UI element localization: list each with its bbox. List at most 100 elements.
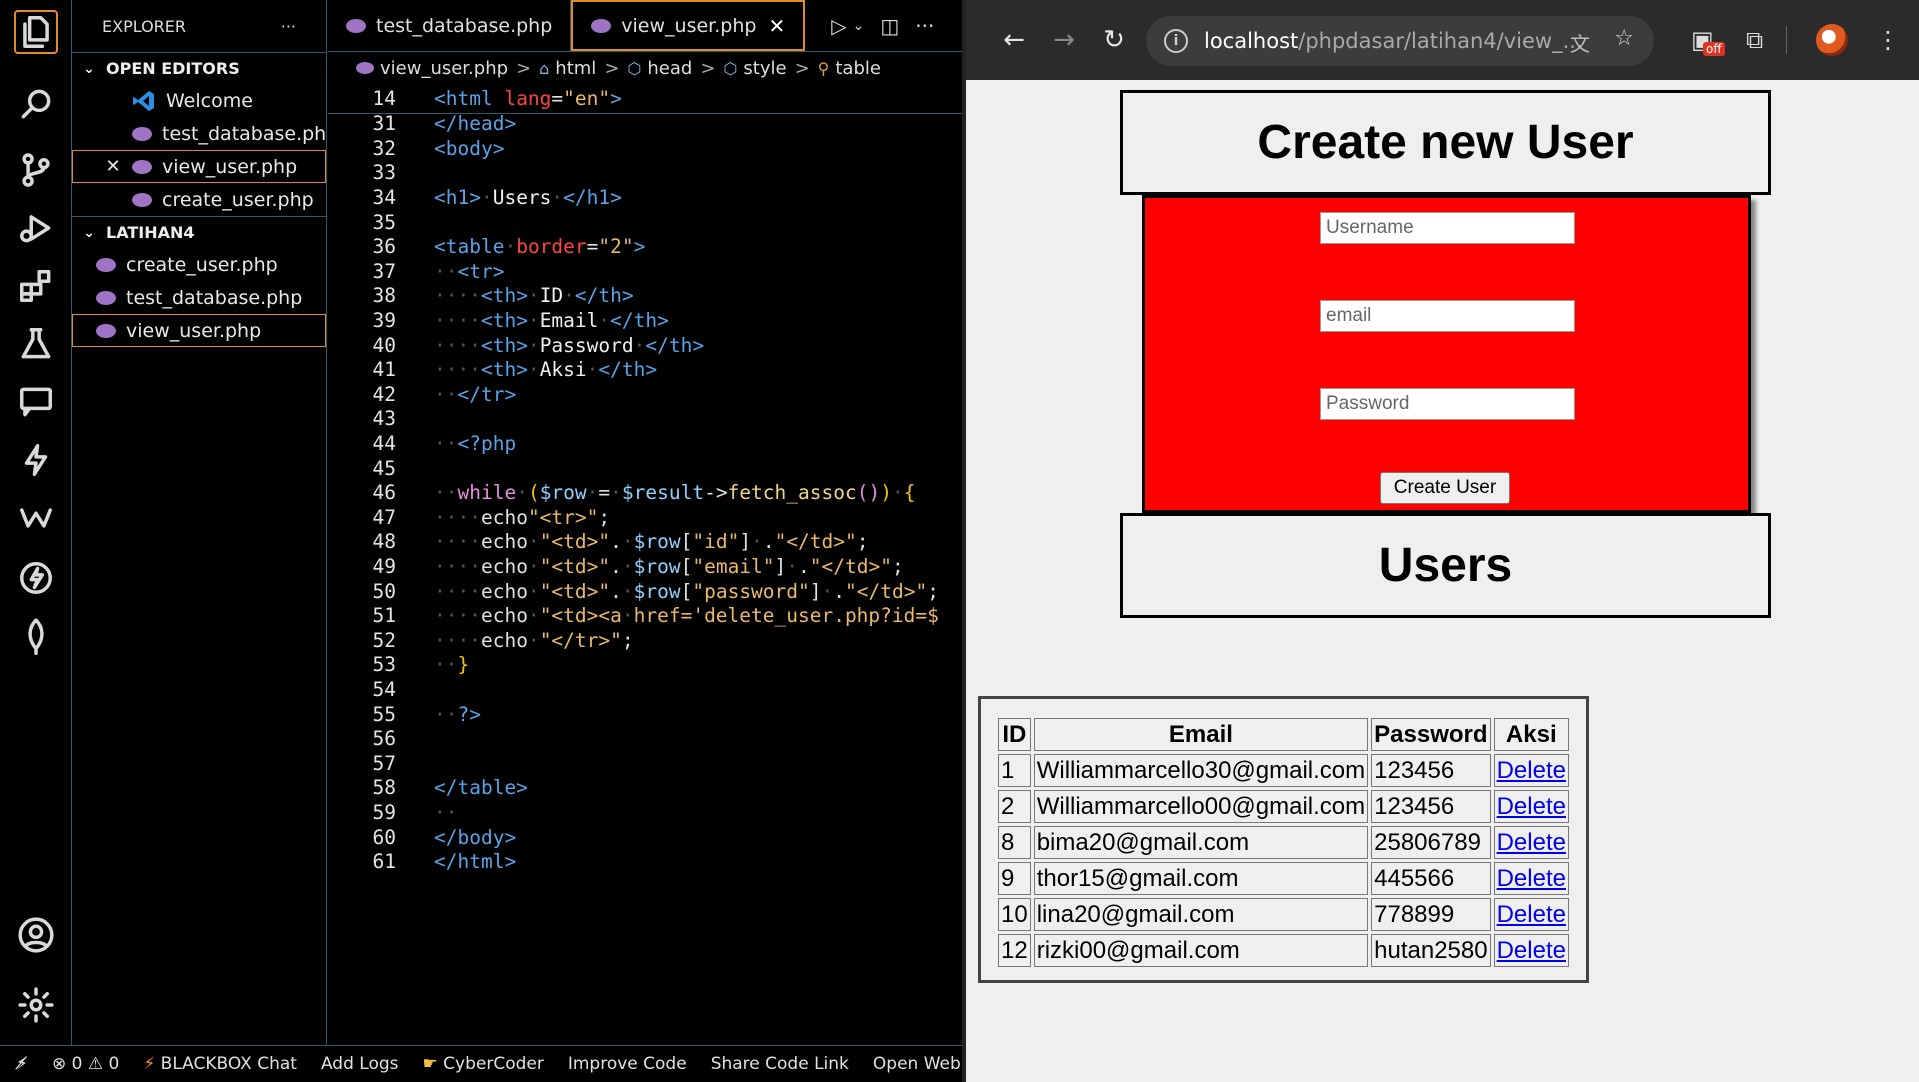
search-icon[interactable] bbox=[14, 82, 58, 126]
line-number: 49 bbox=[372, 554, 396, 578]
file-test-database[interactable]: test_database.php bbox=[72, 281, 326, 314]
more-actions-icon[interactable]: ··· bbox=[915, 14, 934, 38]
delete-link[interactable]: Delete bbox=[1497, 865, 1566, 892]
cybercoder-item[interactable]: ☛ CyberCoder bbox=[423, 1054, 544, 1074]
run-icon[interactable]: ▷ bbox=[831, 14, 846, 38]
open-editor-create-user[interactable]: create_user.php bbox=[72, 183, 326, 216]
delete-link[interactable]: Delete bbox=[1497, 901, 1566, 928]
extension-off-icon[interactable]: ▣ off bbox=[1691, 26, 1725, 56]
line-number: 36 bbox=[372, 235, 396, 259]
breadcrumb-table[interactable]: table bbox=[835, 58, 881, 79]
improve-code-item[interactable]: Improve Code bbox=[568, 1054, 687, 1074]
username-input[interactable] bbox=[1320, 212, 1575, 244]
code-editor[interactable]: 14 <html lang="en"> 31 </head> 32 <body> 33 34 <… bbox=[328, 84, 962, 1045]
folder-latihan4-header[interactable]: ⌄ LATIHAN4 bbox=[72, 216, 326, 248]
table-header-row: ID Email Password Aksi bbox=[998, 718, 1569, 751]
open-editors-header[interactable]: ⌄ OPEN EDITORS bbox=[72, 52, 326, 84]
breadcrumb-head[interactable]: head bbox=[647, 58, 692, 79]
open-editor-welcome[interactable]: Welcome bbox=[72, 84, 326, 117]
cell-aksi: Delete bbox=[1493, 754, 1569, 787]
more-actions-button[interactable]: ··· bbox=[281, 17, 296, 36]
cell-email: Williammarcello30@gmail.com bbox=[1033, 754, 1369, 787]
file-view-user[interactable]: view_user.php bbox=[72, 314, 326, 347]
line-number: 59 bbox=[372, 800, 396, 824]
line-number: 37 bbox=[372, 259, 396, 283]
chevron-down-icon: ⌄ bbox=[83, 224, 95, 241]
site-info-icon[interactable]: i bbox=[1164, 29, 1188, 53]
problems-indicator[interactable]: ⊗ 0 ⚠ 0 bbox=[52, 1054, 119, 1074]
share-code-link-item[interactable]: Share Code Link bbox=[711, 1054, 849, 1074]
extensions-puzzle-icon[interactable]: ⧉ bbox=[1746, 26, 1763, 54]
back-arrow-icon[interactable]: ← bbox=[994, 20, 1034, 60]
cell-email: Williammarcello00@gmail.com bbox=[1033, 790, 1369, 823]
delete-link[interactable]: Delete bbox=[1497, 829, 1566, 856]
translate-icon[interactable]: 文 bbox=[1570, 28, 1590, 57]
cell-aksi: Delete bbox=[1493, 898, 1569, 931]
line-number: 40 bbox=[372, 333, 396, 357]
address-bar[interactable]: i localhost/phpdasar/latihan4/view_... 文… bbox=[1146, 16, 1654, 66]
close-tab-icon[interactable]: ✕ bbox=[768, 14, 785, 38]
split-editor-icon[interactable]: ◫ bbox=[880, 14, 899, 38]
bookmark-star-icon[interactable]: ☆ bbox=[1614, 26, 1634, 51]
cell-password: 123456 bbox=[1371, 754, 1491, 787]
line-number: 57 bbox=[372, 751, 396, 775]
code-text: ··<?php bbox=[434, 431, 517, 455]
breadcrumb-html[interactable]: html bbox=[555, 58, 596, 79]
users-table: ID Email Password Aksi 1 Williammarcello3… bbox=[978, 696, 1589, 983]
code-line[interactable]: 61 </html> bbox=[328, 847, 962, 877]
tab-test-database[interactable]: test_database.php bbox=[328, 0, 572, 51]
testing-icon[interactable] bbox=[14, 322, 58, 366]
open-editor-label: create_user.php bbox=[162, 188, 314, 211]
create-user-button[interactable]: Create User bbox=[1380, 472, 1510, 504]
breadcrumb-file[interactable]: view_user.php bbox=[380, 58, 508, 79]
open-web-item[interactable]: Open Web bbox=[873, 1054, 961, 1074]
chat-icon[interactable] bbox=[14, 380, 58, 424]
code-text: </body> bbox=[434, 825, 517, 849]
code-text: <html lang="en"> bbox=[434, 87, 622, 110]
code-text: </table> bbox=[434, 776, 528, 800]
activity-bar bbox=[0, 0, 72, 1045]
explorer-sidebar: EXPLORER ··· ⌄ OPEN EDITORS Welcome test… bbox=[72, 0, 327, 1045]
extensions-icon[interactable] bbox=[14, 264, 58, 308]
run-debug-icon[interactable] bbox=[14, 206, 58, 250]
code-text: ··while·($row·=·$result->fetch_assoc())·… bbox=[434, 481, 916, 505]
line-number: 42 bbox=[372, 382, 396, 406]
delete-link[interactable]: Delete bbox=[1497, 937, 1566, 964]
bolt-icon: ⚡ bbox=[143, 1054, 156, 1074]
tab-view-user[interactable]: view_user.php ✕ bbox=[571, 0, 806, 51]
profile-avatar[interactable] bbox=[1816, 24, 1848, 56]
blackbox-chat-item[interactable]: ⚡ BLACKBOX Chat bbox=[143, 1054, 297, 1074]
bolt-icon[interactable] bbox=[14, 438, 58, 482]
settings-gear-icon[interactable] bbox=[14, 983, 58, 1027]
cell-aksi: Delete bbox=[1493, 790, 1569, 823]
forward-arrow-icon[interactable]: → bbox=[1044, 20, 1084, 60]
table-row: 12 rizki00@gmail.com hutan2580 Delete bbox=[998, 934, 1569, 967]
breadcrumb-style[interactable]: style bbox=[743, 58, 786, 79]
browser-menu-icon[interactable]: ⋮ bbox=[1876, 26, 1900, 54]
remote-icon[interactable]: ⚡̸ bbox=[16, 1054, 28, 1074]
close-icon[interactable]: ✕ bbox=[102, 156, 124, 177]
explorer-icon[interactable] bbox=[14, 10, 58, 54]
email-input[interactable] bbox=[1320, 300, 1575, 332]
source-control-icon[interactable] bbox=[14, 148, 58, 192]
chevron-down-icon[interactable]: ⌄ bbox=[853, 18, 865, 34]
password-input[interactable] bbox=[1320, 388, 1575, 420]
account-icon[interactable] bbox=[14, 913, 58, 957]
cell-aksi: Delete bbox=[1493, 826, 1569, 859]
breadcrumb-separator: > bbox=[794, 57, 810, 79]
reload-icon[interactable]: ↻ bbox=[1094, 20, 1134, 60]
lightning-circle-icon[interactable] bbox=[14, 556, 58, 600]
line-number: 53 bbox=[372, 653, 396, 677]
delete-link[interactable]: Delete bbox=[1497, 757, 1566, 784]
file-create-user[interactable]: create_user.php bbox=[72, 248, 326, 281]
add-logs-item[interactable]: Add Logs bbox=[321, 1054, 399, 1074]
line-number: 60 bbox=[372, 825, 396, 849]
open-editor-view-user[interactable]: ✕ view_user.php bbox=[72, 150, 326, 183]
leaf-icon[interactable] bbox=[14, 614, 58, 658]
w-icon[interactable] bbox=[14, 496, 58, 540]
code-text: ····<th>·Email·</th> bbox=[434, 308, 669, 332]
code-text: ····echo·"<td><a·href='delete_user.php?i… bbox=[434, 604, 939, 628]
code-text: ····echo"<tr>"; bbox=[434, 505, 611, 529]
delete-link[interactable]: Delete bbox=[1497, 793, 1566, 820]
open-editor-test-database[interactable]: test_database.php bbox=[72, 117, 326, 150]
